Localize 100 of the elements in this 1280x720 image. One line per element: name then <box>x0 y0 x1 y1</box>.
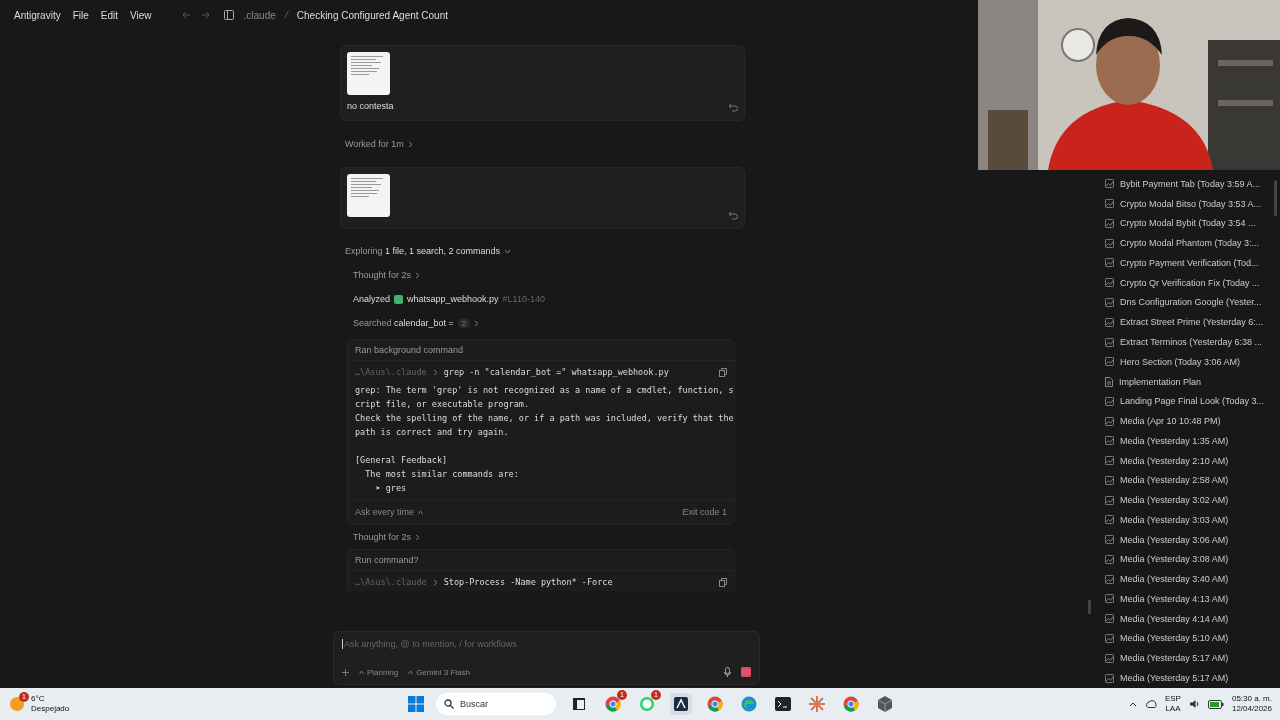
artifact-item[interactable]: Dns Configuration Google (Yester... <box>1120 297 1262 308</box>
image-icon <box>1105 634 1114 643</box>
artifact-item[interactable]: Landing Page Final Look (Today 3... <box>1120 396 1265 407</box>
exploring-label[interactable]: Exploring 1 file, 1 search, 2 commands <box>345 246 501 256</box>
windows-start-icon[interactable] <box>408 696 424 712</box>
menu-item[interactable]: File <box>66 9 95 21</box>
screenshot-thumbnail[interactable] <box>347 174 390 217</box>
taskbar-search[interactable]: Buscar <box>436 693 556 715</box>
worked-status[interactable]: Worked for 1m <box>345 139 404 149</box>
artifact-item[interactable]: Media (Yesterday 5:17 AM) <box>1120 673 1229 683</box>
image-icon <box>1105 337 1114 347</box>
mode-selector[interactable]: Planning <box>367 667 399 677</box>
working-directory: …\Asus\.claude <box>355 577 427 587</box>
chevron-icon[interactable] <box>408 668 414 676</box>
screenshot-thumbnail[interactable] <box>347 52 390 95</box>
undo-button[interactable] <box>728 210 738 220</box>
back-arrow-icon[interactable] <box>181 11 191 19</box>
artifact-item[interactable]: Media (Yesterday 5:10 AM) <box>1120 633 1229 644</box>
weather-sun-icon[interactable] <box>8 695 26 713</box>
artifact-item[interactable]: Media (Yesterday 2:58 AM) <box>1120 475 1229 486</box>
artifact-item[interactable]: Media (Yesterday 3:02 AM) <box>1120 495 1229 506</box>
artifact-item[interactable]: Extract Terminos (Yesterday 6:38 ... <box>1120 337 1263 347</box>
artifact-item[interactable]: Media (Yesterday 4:14 AM) <box>1120 613 1229 624</box>
artifact-item[interactable]: Media (Yesterday 1:35 AM) <box>1120 435 1229 446</box>
forward-arrow-icon[interactable] <box>200 11 210 19</box>
artifact-item[interactable]: Crypto Modal Phantom (Today 3:... <box>1120 238 1260 249</box>
plus-icon[interactable] <box>342 668 349 676</box>
chevron-icon[interactable] <box>474 319 480 327</box>
message-text: no contesta <box>347 101 394 111</box>
analyzed-step[interactable]: Analyzed <box>353 294 391 304</box>
image-icon <box>1105 416 1114 426</box>
prompt-chevron-icon <box>432 368 438 376</box>
thought-status[interactable]: Thought for 2s <box>353 270 412 280</box>
image-icon <box>1105 653 1114 663</box>
prompt-input[interactable]: Ask anything, @ to mention, / for workflows <box>342 639 751 649</box>
artifact-item[interactable]: Extract Street Prime (Yesterday 6:... <box>1120 317 1264 328</box>
image-icon <box>1105 258 1114 268</box>
image-icon <box>1105 238 1114 248</box>
chevron-icon[interactable] <box>418 508 423 516</box>
chevron-icon[interactable] <box>407 140 413 148</box>
artifact-item[interactable]: Hero Section (Today 3:06 AM) <box>1120 356 1241 367</box>
artifact-item[interactable]: Media (Yesterday 3:03 AM) <box>1120 514 1229 525</box>
clock-date[interactable]: 12/04/2026 <box>1231 704 1272 714</box>
search-icon <box>444 699 454 709</box>
image-icon <box>1105 554 1114 564</box>
breadcrumb-item[interactable]: .claude <box>243 9 276 21</box>
battery-icon[interactable] <box>1207 699 1224 709</box>
image-icon <box>1105 218 1114 228</box>
menu-item[interactable]: Edit <box>94 9 125 21</box>
image-icon <box>1105 297 1114 307</box>
artifact-item[interactable]: Media (Yesterday 3:06 AM) <box>1120 534 1229 545</box>
chevron-icon[interactable] <box>415 533 421 541</box>
image-icon <box>1105 594 1114 604</box>
artifact-item[interactable]: Media (Yesterday 2:10 AM) <box>1120 455 1229 466</box>
copy-icon[interactable] <box>719 367 727 377</box>
scrollbar[interactable] <box>1274 180 1277 216</box>
artifact-item[interactable]: Crypto Modal Bybit (Today 3:54 ... <box>1120 218 1256 229</box>
image-icon <box>1105 436 1114 446</box>
command-text: Stop-Process -Name python* -Force <box>443 577 613 587</box>
image-icon <box>1105 317 1114 327</box>
input-language[interactable]: ESP <box>1164 694 1181 704</box>
searched-step[interactable]: Searched calendar_bot = <box>353 318 454 328</box>
chevron-up-icon[interactable] <box>1128 701 1137 707</box>
artifact-item[interactable]: Media (Yesterday 4:13 AM) <box>1120 593 1229 604</box>
python-file-icon <box>394 294 404 304</box>
copy-icon[interactable] <box>719 577 727 587</box>
stop-button[interactable] <box>741 667 751 677</box>
artifact-item[interactable]: Media (Yesterday 3:40 AM) <box>1120 574 1229 585</box>
microphone-icon[interactable] <box>724 667 731 677</box>
command-output: grep: The term 'grep' is not recognized as a name of a cmdlet, function, s cript file, or executable program. Check the spelling of the name, or if a path was included, verify that the path is correct and try again. [General Feedback] The most similar commands are: ➤ gres <box>354 384 734 495</box>
artifact-item[interactable]: Implementation Plan <box>1119 376 1202 387</box>
prompt-chevron-icon <box>432 578 438 586</box>
artifact-item[interactable]: Media (Yesterday 5:17 AM) <box>1120 653 1229 664</box>
menu-item[interactable]: Antigravity <box>8 9 67 21</box>
temperature: 6°C <box>31 694 45 704</box>
artifact-item[interactable]: Crypto Modal Bitso (Today 3:53 A... <box>1120 198 1262 209</box>
command-title: Run command? <box>348 550 734 571</box>
chevron-icon[interactable] <box>415 271 421 279</box>
artifact-item[interactable]: Media (Apr 10 10:48 PM) <box>1120 416 1221 427</box>
menu-item[interactable]: View <box>124 9 158 21</box>
artifact-item[interactable]: Crypto Payment Verification (Tod... <box>1120 257 1259 268</box>
speaker-icon[interactable] <box>1188 699 1200 709</box>
chevron-icon[interactable] <box>504 248 512 254</box>
image-icon <box>1105 475 1114 485</box>
thought-status[interactable]: Thought for 2s <box>353 532 412 542</box>
clock-time[interactable]: 05:30 a. m. <box>1231 694 1272 704</box>
artifact-item[interactable]: Bybit Payment Tab (Today 3:59 A... <box>1120 178 1260 189</box>
chevron-icon[interactable] <box>359 668 364 676</box>
sidebar-toggle-icon[interactable] <box>223 10 234 20</box>
approval-policy[interactable]: Ask every time <box>355 507 414 517</box>
file-link[interactable]: whatsapp_webhook.py <box>407 294 499 304</box>
keyboard-layout[interactable]: LAA <box>1165 704 1181 714</box>
image-icon <box>1105 456 1114 466</box>
model-selector[interactable]: Gemini 3 Flash <box>416 667 470 677</box>
artifact-item[interactable]: Media (Yesterday 3:08 AM) <box>1120 554 1229 565</box>
artifact-item[interactable]: Crypto Qr Verification Fix (Today ... <box>1120 277 1260 288</box>
scrollbar-thumb-icon <box>1088 600 1091 614</box>
undo-button[interactable] <box>728 102 738 112</box>
image-icon <box>1105 515 1114 525</box>
cloud-icon[interactable] <box>1144 700 1157 708</box>
